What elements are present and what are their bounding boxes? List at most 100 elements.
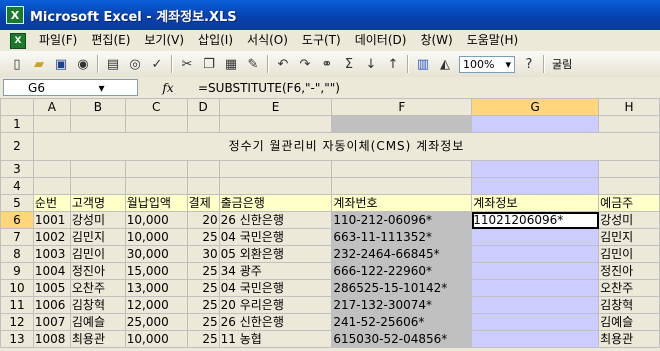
cell-payday[interactable]: 20 <box>186 211 220 229</box>
chart-wizard-icon[interactable]: ▥ <box>413 54 433 74</box>
column-header-g[interactable]: G <box>471 98 600 116</box>
cell-account-info[interactable] <box>471 228 600 246</box>
cell[interactable] <box>598 160 660 178</box>
permission-icon[interactable]: ◉ <box>73 54 93 74</box>
cell-seq[interactable]: 1008 <box>32 330 71 348</box>
row-header-6[interactable]: 6 <box>0 211 34 229</box>
cell[interactable] <box>218 160 333 178</box>
header-cell-payday[interactable]: 결제 <box>186 194 220 212</box>
help-icon[interactable]: ? <box>519 54 539 74</box>
cell[interactable] <box>471 160 600 178</box>
header-cell-account-number[interactable]: 계좌번호 <box>331 194 473 212</box>
cell-monthly[interactable]: 13,000 <box>124 279 188 297</box>
column-header-a[interactable]: A <box>32 98 71 116</box>
cell[interactable] <box>471 115 600 133</box>
row-header-7[interactable]: 7 <box>0 228 34 246</box>
row-header-4[interactable]: 4 <box>0 177 34 195</box>
cell[interactable] <box>471 177 600 195</box>
column-header-c[interactable]: C <box>124 98 188 116</box>
cell-account-info[interactable] <box>471 262 600 280</box>
cell-monthly[interactable]: 10,000 <box>124 228 188 246</box>
formula-input[interactable]: =SUBSTITUTE(F6,"-","") <box>198 81 340 95</box>
cell-holder[interactable]: 김민이 <box>598 245 660 263</box>
header-cell-customer[interactable]: 고객명 <box>69 194 126 212</box>
cell-holder[interactable]: 김예슬 <box>598 313 660 331</box>
select-all-corner[interactable] <box>0 98 34 116</box>
new-icon[interactable]: ▯ <box>7 54 27 74</box>
hyperlink-icon[interactable]: ⚭ <box>317 54 337 74</box>
header-cell-monthly[interactable]: 월납입액 <box>124 194 188 212</box>
cell-payday[interactable]: 30 <box>186 245 220 263</box>
sort-descending-icon[interactable]: ↑ <box>383 54 403 74</box>
row-header-11[interactable]: 11 <box>0 296 34 314</box>
cell-payday[interactable]: 25 <box>186 279 220 297</box>
cell[interactable] <box>69 177 126 195</box>
cell-bank[interactable]: 26 신한은행 <box>218 313 333 331</box>
row-header-1[interactable]: 1 <box>0 115 34 133</box>
open-icon[interactable]: ▰ <box>29 54 49 74</box>
save-icon[interactable]: ▣ <box>51 54 71 74</box>
cell-seq[interactable]: 1007 <box>32 313 71 331</box>
print-icon[interactable]: ▤ <box>103 54 123 74</box>
cell-account-number[interactable]: 286525-15-10142* <box>331 279 473 297</box>
cell-bank[interactable]: 04 국민은행 <box>218 228 333 246</box>
copy-icon[interactable]: ❐ <box>199 54 219 74</box>
cell-monthly[interactable]: 15,000 <box>124 262 188 280</box>
cell-monthly[interactable]: 30,000 <box>124 245 188 263</box>
row-header-2[interactable]: 2 <box>0 132 34 161</box>
cell[interactable] <box>598 177 660 195</box>
cell[interactable] <box>598 115 660 133</box>
cell-account-info[interactable] <box>471 296 600 314</box>
menu-window[interactable]: 창(W) <box>413 30 459 51</box>
cell-account-number[interactable]: 615030-52-04856* <box>331 330 473 348</box>
cell-payday[interactable]: 25 <box>186 330 220 348</box>
column-header-f[interactable]: F <box>331 98 473 116</box>
menu-data[interactable]: 데이터(D) <box>348 30 414 51</box>
cell-seq[interactable]: 1006 <box>32 296 71 314</box>
menu-help[interactable]: 도움말(H) <box>460 30 526 51</box>
cell-customer[interactable]: 김민이 <box>69 245 126 263</box>
cell-seq[interactable]: 1004 <box>32 262 71 280</box>
cell[interactable] <box>124 115 188 133</box>
cell-account-number[interactable]: 241-52-25606* <box>331 313 473 331</box>
cell-account-info[interactable] <box>471 313 600 331</box>
cell-customer[interactable]: 김예슬 <box>69 313 126 331</box>
cell[interactable] <box>124 160 188 178</box>
cell-account-number[interactable]: 663-11-111352* <box>331 228 473 246</box>
cell[interactable] <box>218 177 333 195</box>
cell-customer[interactable]: 최용관 <box>69 330 126 348</box>
menu-edit[interactable]: 편집(E) <box>84 30 137 51</box>
drawing-icon[interactable]: ◭ <box>435 54 455 74</box>
cell-monthly[interactable]: 10,000 <box>124 211 188 229</box>
cell-bank[interactable]: 20 우리은행 <box>218 296 333 314</box>
row-header-8[interactable]: 8 <box>0 245 34 263</box>
workbook-icon[interactable]: X <box>10 32 26 49</box>
cut-icon[interactable]: ✂ <box>177 54 197 74</box>
header-cell-holder[interactable]: 예금주 <box>598 194 660 212</box>
cell-payday[interactable]: 25 <box>186 262 220 280</box>
cell-monthly[interactable]: 12,000 <box>124 296 188 314</box>
cell-customer[interactable]: 오찬주 <box>69 279 126 297</box>
redo-icon[interactable]: ↷ <box>295 54 315 74</box>
cell[interactable] <box>186 160 220 178</box>
cell-monthly[interactable]: 10,000 <box>124 330 188 348</box>
cell[interactable] <box>331 177 473 195</box>
cell[interactable] <box>32 160 71 178</box>
cell[interactable] <box>69 160 126 178</box>
cell-bank[interactable]: 11 농협 <box>218 330 333 348</box>
cell-payday[interactable]: 25 <box>186 296 220 314</box>
undo-icon[interactable]: ↶ <box>273 54 293 74</box>
cell-seq[interactable]: 1002 <box>32 228 71 246</box>
cell-customer[interactable]: 정진아 <box>69 262 126 280</box>
cell[interactable] <box>32 177 71 195</box>
zoom-select[interactable]: 100% ▾ <box>459 55 515 73</box>
fx-icon[interactable]: fx <box>138 81 198 95</box>
cell-seq[interactable]: 1003 <box>32 245 71 263</box>
cell-seq[interactable]: 1005 <box>32 279 71 297</box>
menu-tools[interactable]: 도구(T) <box>295 30 348 51</box>
active-cell-g6[interactable]: 11021206096* <box>471 211 600 229</box>
header-cell-bank[interactable]: 출금은행 <box>218 194 333 212</box>
cell[interactable] <box>218 115 333 133</box>
autosum-icon[interactable]: Σ <box>339 54 359 74</box>
cell-account-info[interactable] <box>471 279 600 297</box>
